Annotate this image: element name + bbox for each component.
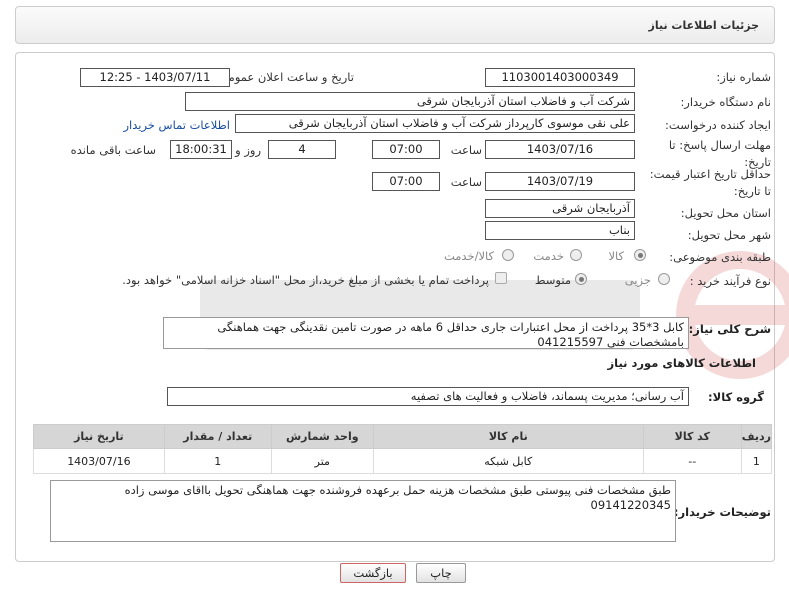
- category-label: طبقه بندی موضوعی:: [669, 250, 771, 264]
- payment-note: پرداخت تمام یا بخشی از مبلغ خرید،از محل …: [122, 273, 489, 287]
- creator-field: علی نقی موسوی کارپرداز شرکت آب و فاضلاب …: [235, 114, 635, 133]
- announce-field: 1403/07/11 - 12:25: [80, 68, 230, 87]
- category-goods-service-radio[interactable]: [502, 249, 514, 261]
- table-row: 1 -- کابل شبکه متر 1 1403/07/16: [33, 448, 773, 474]
- city-field: بناب: [485, 221, 635, 240]
- goods-table: ردیف کد کالا نام کالا واحد شمارش تعداد /…: [33, 424, 773, 474]
- validity-date-field: 1403/07/19: [485, 172, 635, 191]
- days-label: روز و: [235, 143, 261, 157]
- need-number-label: شماره نیاز:: [716, 70, 771, 84]
- city-label: شهر محل تحویل:: [687, 228, 771, 242]
- table-header-row: ردیف کد کالا نام کالا واحد شمارش تعداد /…: [33, 424, 773, 449]
- announce-label: تاریخ و ساعت اعلان عمومی:: [215, 70, 354, 84]
- process-partial-radio[interactable]: [658, 273, 670, 285]
- need-number-field: 1103001403000349: [485, 68, 635, 87]
- cell-qty: 1: [163, 448, 272, 474]
- category-goods-service-label: کالا/خدمت: [443, 249, 494, 263]
- page-header: جزئیات اطلاعات نیاز: [15, 6, 775, 44]
- process-label: نوع فرآیند خرید :: [689, 274, 771, 288]
- header-qty: تعداد / مقدار: [163, 424, 272, 449]
- contact-link[interactable]: اطلاعات تماس خریدار: [123, 118, 230, 132]
- description-field: کابل 3*35 پرداخت از محل اعتبارات جاری حد…: [163, 317, 689, 349]
- process-medium-label: متوسط: [534, 273, 571, 287]
- province-label: استان محل تحویل:: [680, 206, 771, 220]
- cell-row-number: 1: [740, 448, 773, 474]
- header-date: تاریخ نیاز: [33, 424, 165, 449]
- cell-unit: متر: [270, 448, 374, 474]
- remaining-label: ساعت باقی مانده: [70, 143, 156, 157]
- goods-group-label: گروه کالا:: [708, 390, 764, 404]
- treasury-checkbox[interactable]: [495, 272, 507, 284]
- creator-label: ایجاد کننده درخواست:: [665, 118, 771, 132]
- deadline-date-field: 1403/07/16: [485, 140, 635, 159]
- process-partial-label: جزیی: [624, 273, 651, 287]
- buyer-label: نام دستگاه خریدار:: [680, 95, 771, 109]
- validity-label: حداقل تاریخ اعتبار قیمت: تا تاریخ:: [649, 167, 771, 198]
- process-medium-radio[interactable]: [575, 273, 587, 285]
- validity-time-label: ساعت: [450, 175, 482, 189]
- category-service-label: خدمت: [533, 249, 564, 263]
- page-title: جزئیات اطلاعات نیاز: [648, 19, 760, 32]
- goods-section-title: اطلاعات کالاهای مورد نیاز: [607, 356, 756, 370]
- remaining-field: 18:00:31: [170, 140, 232, 159]
- header-name: نام کالا: [372, 424, 644, 449]
- validity-time-field: 07:00: [372, 172, 440, 191]
- deadline-time-field: 07:00: [372, 140, 440, 159]
- header-unit: واحد شمارش: [270, 424, 374, 449]
- buyer-notes-label: توضیحات خریدار:: [673, 505, 771, 519]
- back-button[interactable]: بازگشت: [340, 563, 406, 583]
- category-goods-label: کالا: [608, 249, 624, 263]
- header-row-number: ردیف: [740, 424, 773, 449]
- cell-date: 1403/07/16: [33, 448, 165, 474]
- days-field: 4: [268, 140, 336, 159]
- province-field: آذربایجان شرقی: [485, 199, 635, 218]
- description-label: شرح کلی نیاز:: [688, 322, 771, 336]
- goods-group-field: آب رسانی؛ مدیریت پسماند، فاضلاب و فعالیت…: [167, 387, 689, 406]
- buyer-notes-field: طبق مشخصات فنی پیوستی طبق مشخصات هزینه ح…: [50, 480, 676, 542]
- deadline-time-label: ساعت: [450, 143, 482, 157]
- cell-name: کابل شبکه: [372, 448, 644, 474]
- category-goods-radio[interactable]: [634, 249, 646, 261]
- header-code: کد کالا: [642, 424, 742, 449]
- cell-code: --: [642, 448, 742, 474]
- category-service-radio[interactable]: [570, 249, 582, 261]
- print-button[interactable]: چاپ: [416, 563, 466, 583]
- buyer-field: شرکت آب و فاضلاب استان آذربایجان شرقی: [185, 92, 635, 111]
